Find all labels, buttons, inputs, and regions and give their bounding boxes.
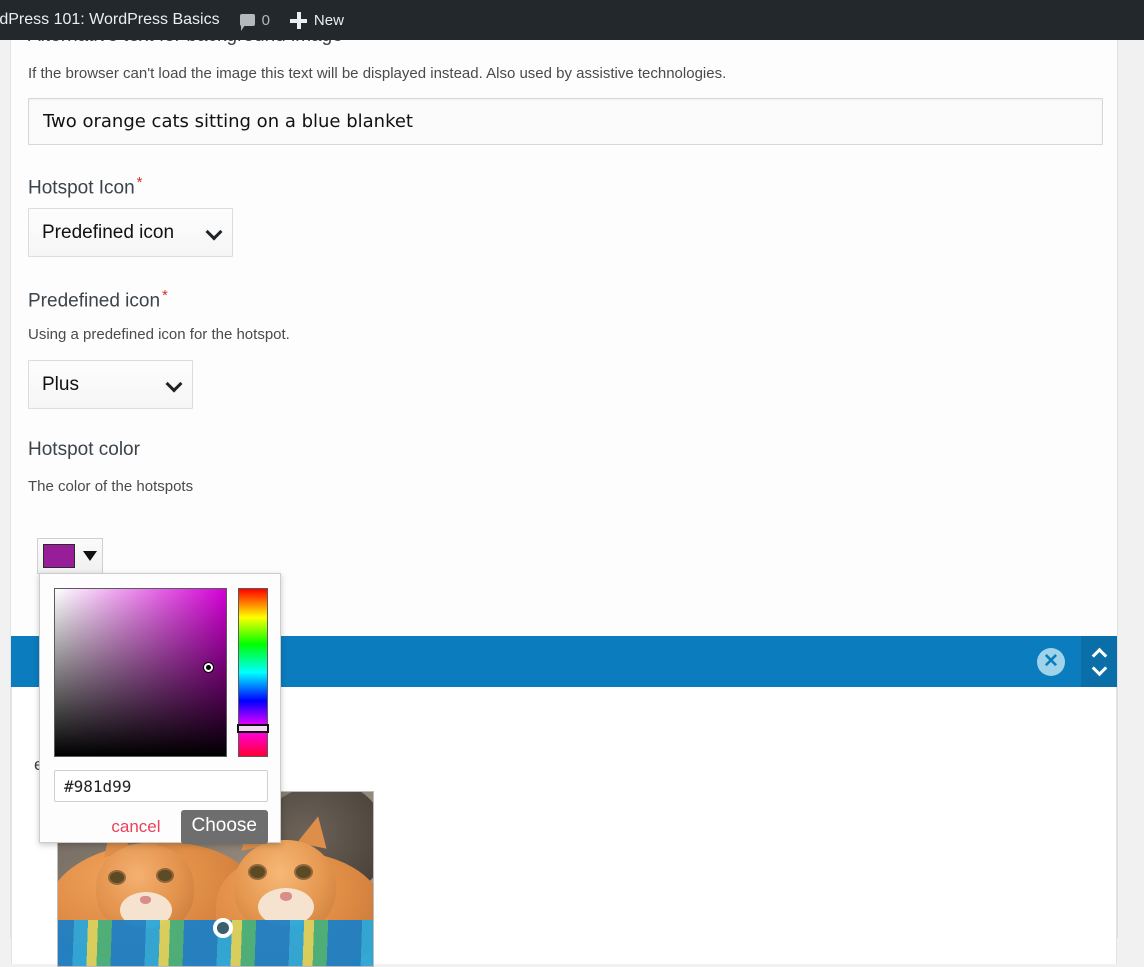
hotspot-icon-select-wrap: Predefined icon (28, 208, 233, 257)
triangle-down-icon (83, 551, 97, 561)
alt-text-description-wrap: If the browser can't load the image this… (28, 64, 726, 84)
predefined-icon-select-value: Plus (42, 373, 79, 395)
color-picker-popup: cancel Choose (39, 573, 281, 844)
alt-text-description: If the browser can't load the image this… (28, 65, 727, 82)
close-circle-icon[interactable]: ✕ (1037, 647, 1065, 676)
alt-text-input[interactable] (28, 98, 1103, 145)
chevron-down-icon (205, 223, 223, 240)
alt-text-input-wrap (28, 98, 1103, 145)
required-asterisk: * (136, 174, 143, 191)
hotspot-icon-select-value: Predefined icon (42, 221, 175, 243)
predefined-icon-description-wrap: Using a predefined icon for the hotspot. (28, 325, 290, 345)
cat-right-eye-right (296, 866, 311, 878)
panel-scroll-buttons (1081, 636, 1117, 687)
predefined-icon-label: Predefined icon (28, 290, 161, 312)
plus-icon (289, 11, 307, 29)
required-asterisk: * (162, 287, 168, 304)
predefined-icon-select[interactable]: Plus (28, 360, 193, 409)
admin-bar-new-label: New (313, 11, 344, 29)
admin-bar-site-name[interactable]: rdPress 101: WordPress Basics (0, 0, 230, 40)
hotspot-color-description-wrap: The color of the hotspots (28, 477, 193, 497)
cat-left-eye-right (158, 870, 172, 881)
saturation-cursor[interactable] (204, 663, 213, 672)
admin-bar-comments[interactable]: 0 (230, 0, 280, 40)
hue-slider-thumb[interactable] (237, 724, 269, 733)
hotspot-icon-select[interactable]: Predefined icon (28, 208, 233, 257)
admin-bar-new[interactable]: New (280, 0, 354, 40)
wp-admin-bar: rdPress 101: WordPress Basics 0 New (0, 0, 1144, 40)
cat-left-nose (140, 896, 151, 904)
hex-color-input[interactable] (54, 770, 268, 802)
hotspot-color-label: Hotspot color (28, 439, 140, 460)
cat-right-nose (280, 892, 292, 901)
saturation-value-gradient[interactable] (54, 588, 227, 757)
hotspot-color-label-wrap: Hotspot color (28, 439, 140, 462)
cat-left-eye-left (110, 872, 124, 883)
predefined-icon-description: Using a predefined icon for the hotspot. (28, 326, 290, 343)
predefined-icon-label-wrap: Predefined icon * (28, 287, 168, 313)
hotspot-marker-icon[interactable] (213, 918, 233, 938)
admin-bar-comment-count: 0 (261, 11, 270, 29)
choose-button[interactable]: Choose (180, 810, 268, 844)
comment-bubble-icon (239, 14, 255, 31)
predefined-icon-select-wrap: Plus (28, 360, 193, 409)
cancel-button[interactable]: cancel (105, 816, 166, 838)
color-picker-actions: cancel Choose (105, 810, 268, 844)
content-panel: Alternative text for background image If… (10, 25, 1118, 967)
hotspot-color-description: The color of the hotspots (28, 478, 194, 495)
color-swatch-button[interactable] (37, 538, 103, 574)
chevron-down-icon (165, 375, 183, 392)
chevron-down-icon[interactable] (1091, 660, 1107, 676)
hotspot-icon-label: Hotspot Icon (28, 177, 135, 199)
hotspot-icon-label-wrap: Hotspot Icon * (28, 174, 143, 200)
admin-page: Alternative text for background image If… (0, 0, 1144, 967)
color-swatch (43, 544, 75, 568)
cat-right-eye-left (250, 866, 265, 878)
